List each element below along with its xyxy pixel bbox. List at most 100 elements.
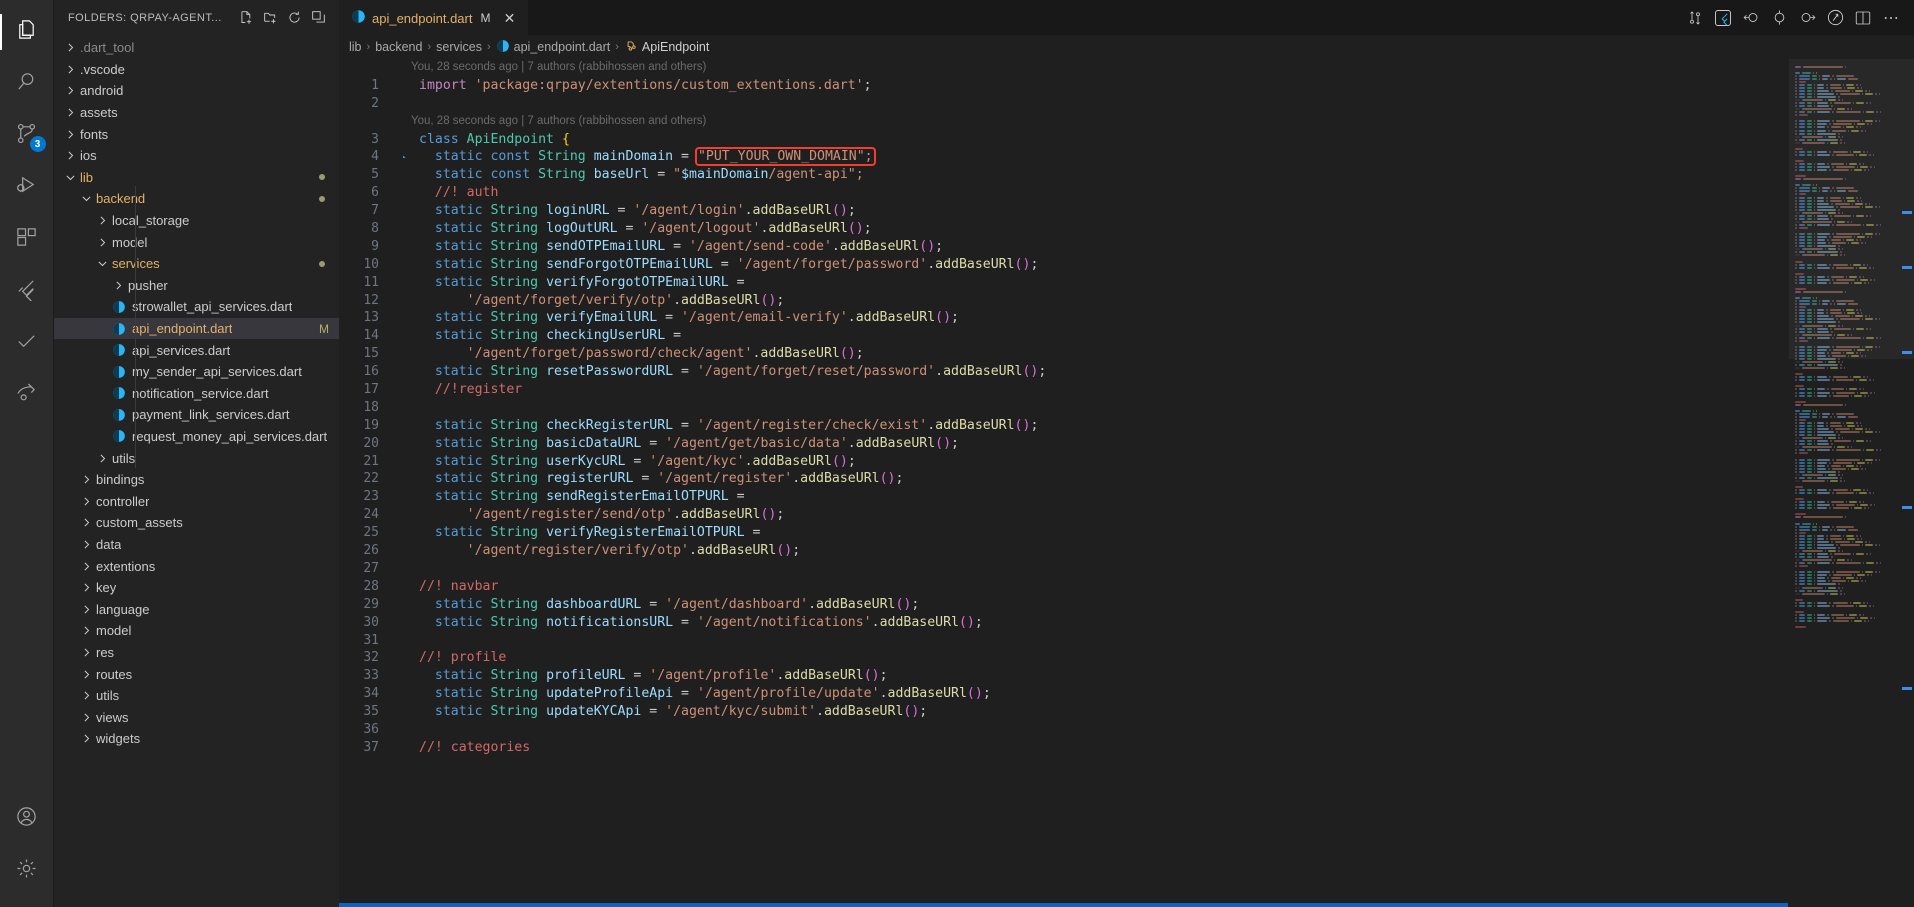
code-line[interactable]: 7 static String loginURL = '/agent/login… [339,202,1788,220]
code-line[interactable]: 20 static String basicDataURL = '/agent/… [339,435,1788,453]
breadcrumb-item[interactable]: backend [375,40,422,54]
tree-folder-row[interactable]: android [54,80,339,102]
code-line[interactable]: 3 class ApiEndpoint { [339,131,1788,149]
editor-tab-api-endpoint[interactable]: api_endpoint.dart M ✕ [339,0,529,35]
close-icon[interactable]: ✕ [500,9,518,27]
code-line[interactable]: 11 static String verifyForgotOTPEmailURL… [339,274,1788,292]
tree-folder-row[interactable]: language [54,598,339,620]
tree-folder-row[interactable]: local_storage [54,210,339,232]
breadcrumb-item[interactable]: api_endpoint.dart [496,39,610,56]
code-line[interactable]: 12 '/agent/forget/verify/otp'.addBaseURl… [339,292,1788,310]
tree-folder-row[interactable]: model [54,231,339,253]
breadcrumb-item[interactable]: ApiEndpoint [624,39,709,56]
tree-folder-row[interactable]: custom_assets [54,512,339,534]
tree-folder-row[interactable]: views [54,706,339,728]
step-back-button[interactable] [1738,5,1764,31]
tree-file-row[interactable]: notification_service.dart [54,383,339,405]
code-line[interactable]: 28 //! navbar [339,578,1788,596]
tree-folder-row[interactable]: services [54,253,339,275]
tree-folder-row[interactable]: extentions [54,555,339,577]
code-line[interactable]: 37 //! categories [339,739,1788,757]
tree-folder-row[interactable]: pusher [54,275,339,297]
tree-file-row[interactable]: api_services.dart [54,339,339,361]
tree-folder-row[interactable]: utils [54,447,339,469]
code-line[interactable]: 27 [339,560,1788,578]
code-line[interactable]: 36 [339,721,1788,739]
breadcrumb-item[interactable]: services [436,40,482,54]
tree-folder-row[interactable]: res [54,642,339,664]
code-line[interactable]: 13 static String verifyEmailURL = '/agen… [339,309,1788,327]
minimap-slider[interactable] [1789,59,1914,359]
file-tree[interactable]: .dart_tool .vscode android assets fonts ios li… [54,35,339,907]
breadcrumb-item[interactable]: lib [349,40,362,54]
source-control-graph-button[interactable] [1682,5,1708,31]
code-line[interactable]: 5 static const String baseUrl = "$mainDo… [339,166,1788,184]
tree-folder-row[interactable]: data [54,534,339,556]
new-file-button[interactable] [235,7,257,29]
code-line[interactable]: 8 static String logOutURL = '/agent/logo… [339,220,1788,238]
tree-folder-row[interactable]: backend [54,188,339,210]
code-line[interactable]: 9 static String sendOTPEmailURL = '/agen… [339,238,1788,256]
tree-folder-row[interactable]: model [54,620,339,642]
activity-bar-item-flutter[interactable] [0,266,54,318]
tree-folder-row[interactable]: lib [54,167,339,189]
tree-folder-row[interactable]: fonts [54,123,339,145]
activity-bar-item-search[interactable] [0,58,54,110]
flutter-devtools-button[interactable] [1710,5,1736,31]
code-line[interactable]: 25 static String verifyRegisterEmailOTPU… [339,524,1788,542]
activity-bar-item-run-and-debug[interactable] [0,162,54,214]
refresh-explorer-button[interactable] [283,7,305,29]
new-folder-button[interactable] [259,7,281,29]
more-actions-button[interactable] [1878,5,1904,31]
code-line[interactable]: 31 [339,632,1788,650]
tree-folder-row[interactable]: routes [54,663,339,685]
code-line[interactable]: 18 [339,399,1788,417]
tree-file-row[interactable]: payment_link_services.dart [54,404,339,426]
tree-file-row[interactable]: request_money_api_services.dart [54,426,339,448]
tree-folder-row[interactable]: key [54,577,339,599]
collapse-all-button[interactable] [307,7,329,29]
tree-folder-row[interactable]: controller [54,490,339,512]
tree-folder-row[interactable]: widgets [54,728,339,750]
code-line[interactable]: 2 [339,95,1788,113]
activity-bar-item-extensions[interactable] [0,214,54,266]
minimap-overview-ruler[interactable] [1900,59,1914,907]
activity-bar-item-testing[interactable] [0,318,54,370]
code-line[interactable]: 35 static String updateKYCApi = '/agent/… [339,703,1788,721]
activity-bar-item-explorer[interactable] [0,6,54,58]
breadcrumb[interactable]: lib › backend › services › api_endpoint.dart › A… [339,35,1914,59]
code-line[interactable]: 34 static String updateProfileApi = '/ag… [339,685,1788,703]
code-line[interactable]: 1 import 'package:qrpay/extentions/custom… [339,77,1788,95]
activity-bar-item-settings[interactable] [0,845,54,897]
tree-file-row[interactable]: strowallet_api_services.dart [54,296,339,318]
code-line[interactable]: 24 '/agent/register/send/otp'.addBaseURl… [339,506,1788,524]
code-line[interactable]: 30 static String notificationsURL = '/ag… [339,614,1788,632]
step-forward-button[interactable] [1794,5,1820,31]
tree-folder-row[interactable]: ios [54,145,339,167]
record-button[interactable] [1766,5,1792,31]
code-line[interactable]: 22 static String registerURL = '/agent/r… [339,470,1788,488]
code-line[interactable]: 16 static String resetPasswordURL = '/ag… [339,363,1788,381]
code-line[interactable]: 19 static String checkRegisterURL = '/ag… [339,417,1788,435]
tree-folder-row[interactable]: utils [54,685,339,707]
tree-folder-row[interactable]: .vscode [54,59,339,81]
code-line[interactable]: 23 static String sendRegisterEmailOTPURL… [339,488,1788,506]
code-line[interactable]: 6 //! auth [339,184,1788,202]
code-editor[interactable]: You, 28 seconds ago | 7 authors (rabbiho… [339,59,1914,907]
code-scroll-region[interactable]: You, 28 seconds ago | 7 authors (rabbiho… [339,59,1788,907]
tree-folder-row[interactable]: bindings [54,469,339,491]
tree-folder-row[interactable]: .dart_tool [54,37,339,59]
activity-bar-item-accounts[interactable] [0,793,54,845]
code-line[interactable]: 21 static String userKycURL = '/agent/ky… [339,453,1788,471]
code-line[interactable]: 29 static String dashboardURL = '/agent/… [339,596,1788,614]
code-line[interactable]: 14 static String checkingUserURL = [339,327,1788,345]
code-line[interactable]: 17 //!register [339,381,1788,399]
minimap[interactable] [1788,59,1914,907]
activity-bar-item-share[interactable] [0,370,54,422]
code-line[interactable]: 33 static String profileURL = '/agent/pr… [339,667,1788,685]
code-line[interactable]: 26 '/agent/register/verify/otp'.addBaseU… [339,542,1788,560]
code-line[interactable]: 10 static String sendForgotOTPEmailURL =… [339,256,1788,274]
horizontal-scrollbar[interactable] [339,903,1788,907]
code-line[interactable]: 4 static const String mainDomain = "PUT_… [339,147,1788,167]
activity-bar-item-source-control[interactable]: 3 [0,110,54,162]
